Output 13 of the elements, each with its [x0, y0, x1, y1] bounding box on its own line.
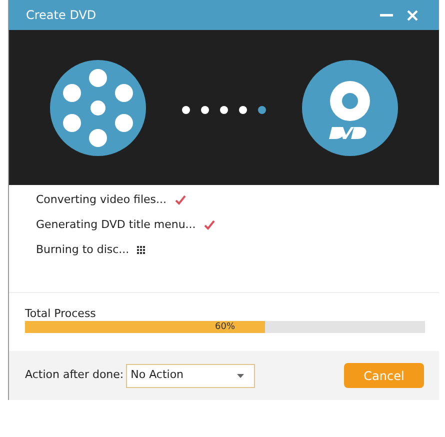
dropdown-caret-icon [236, 374, 244, 378]
film-reel-icon [49, 58, 147, 156]
step-label: Generating DVD title menu... [36, 216, 196, 233]
action-select[interactable]: No Action [126, 364, 255, 388]
window-title: Create DVD [26, 7, 96, 24]
step-label: Burning to disc... [36, 242, 130, 258]
dvd-disc-icon [301, 58, 399, 156]
minimize-icon[interactable] [380, 14, 393, 16]
step-label: Converting video files... [36, 192, 167, 208]
progress-reading: 60% [215, 321, 236, 333]
total-process-label: Total Process [25, 307, 97, 321]
action-label: Action after done: [25, 367, 124, 384]
close-icon[interactable] [407, 10, 418, 20]
